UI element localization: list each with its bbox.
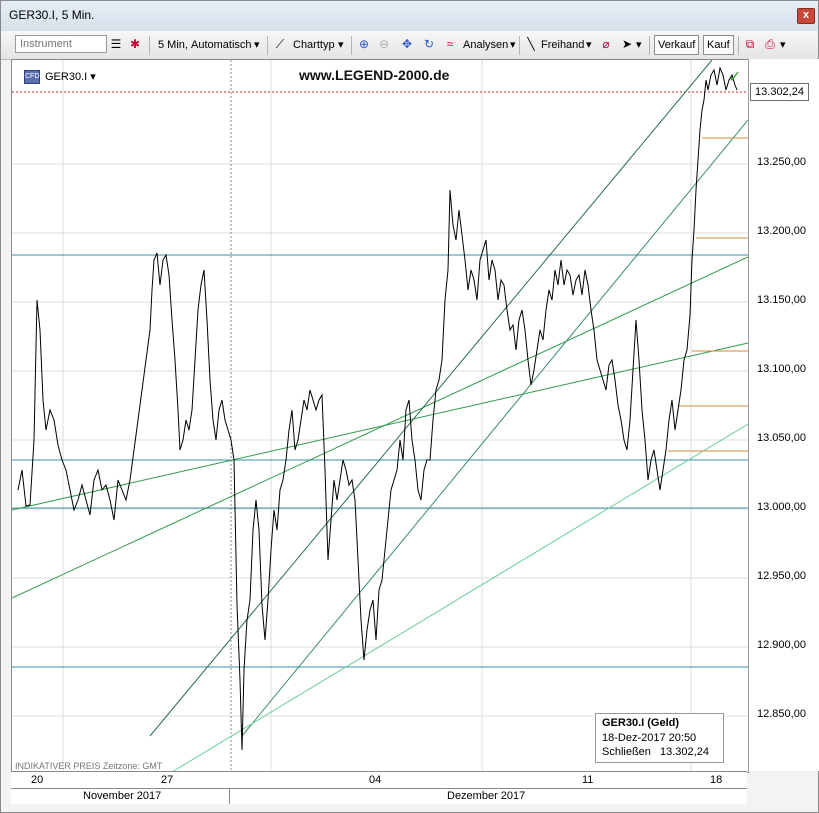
chevron-down-icon[interactable]: ▾ [338,35,344,55]
chevron-down-icon[interactable]: ▾ [254,35,260,55]
chart-canvas: ✓ [12,60,748,772]
compare-icon[interactable]: ✱ [128,37,142,51]
cursor-icon[interactable]: ➤ [620,37,634,51]
chevron-down-icon[interactable]: ▾ [510,35,516,55]
symbol-selector[interactable]: CFD GER30.I ▾ [24,70,96,85]
x-tick: 20 [31,774,44,786]
month-label: Dezember 2017 [447,790,526,802]
freihand-dropdown[interactable]: Freihand [541,35,584,55]
chart-window: GER30.I, 5 Min. x ☰ ✱ 5 Min, Automatisch… [0,0,819,813]
title-bar[interactable]: GER30.I, 5 Min. x [1,1,818,31]
analysis-icon[interactable]: ≈ [443,37,457,51]
chevron-down-icon[interactable]: ▾ [636,35,642,55]
y-tick: 13.100,00 [757,363,806,375]
trend-lines [12,60,748,772]
month-axis: November 2017 Dezember 2017 [11,788,747,804]
zoom-in-icon[interactable]: ⊕ [357,37,371,51]
chevron-down-icon[interactable]: ▾ [780,35,786,55]
instrument-input[interactable] [15,35,107,53]
target-levels [668,137,748,452]
indicative-price-note: INDIKATIVER PREIS Zeitzone: GMT [15,761,163,771]
price-axis: 13.250,00 13.200,00 13.150,00 13.100,00 … [748,59,819,771]
cfd-icon: CFD [24,70,40,85]
horizontal-levels [12,254,748,668]
chart-settings-icon[interactable]: ⧉ [743,37,757,51]
chevron-down-icon[interactable]: ▾ [90,71,96,83]
buy-button[interactable]: Kauf [703,35,734,55]
close-button[interactable]: x [797,8,815,24]
line-chart-icon[interactable]: ⟋ [273,37,287,51]
x-tick: 27 [161,774,174,786]
info-datetime: 18-Dez-2017 20:50 [602,732,697,744]
month-label: November 2017 [83,790,162,802]
window-title: GER30.I, 5 Min. [9,8,95,22]
y-tick: 13.150,00 [757,294,806,306]
symbol-label: GER30.I [45,71,88,83]
chart-area[interactable]: ✓ CFD GER30.I ▾ www.LEGEND-2000.de INDIKA… [11,59,749,773]
x-tick: 18 [710,774,723,786]
charttype-dropdown[interactable]: Charttyp [293,35,335,55]
watermark: www.LEGEND-2000.de [299,67,450,83]
y-tick: 13.200,00 [757,225,806,237]
print-icon[interactable]: ⎙ [763,37,777,51]
analysen-dropdown[interactable]: Analysen [463,35,508,55]
info-close-value: 13.302,24 [660,746,709,758]
signal-check-icon: ✓ [728,67,741,86]
refresh-icon[interactable]: ↻ [422,37,436,51]
price-info-box: GER30.I (Geld) 18-Dez-2017 20:50 Schließ… [595,713,724,763]
gridlines [12,60,748,772]
interval-label[interactable]: 5 Min, [158,35,188,55]
y-tick: 12.950,00 [757,570,806,582]
current-price-tag: 13.302,24 [750,83,809,101]
eraser-icon[interactable]: ⌀ [599,37,613,51]
move-icon[interactable]: ✥ [400,37,414,51]
x-tick: 11 [582,774,594,786]
freehand-line-icon[interactable]: ╲ [524,37,538,51]
info-name: GER30.I (Geld) [602,717,680,729]
toolbar: ☰ ✱ 5 Min, Automatisch ▾ ⟋ Charttyp ▾ ⊕ … [1,31,818,60]
y-tick: 13.050,00 [757,432,806,444]
zoom-out-icon[interactable]: ⊖ [377,37,391,51]
list-icon[interactable]: ☰ [109,37,123,51]
y-tick: 12.900,00 [757,639,806,651]
y-tick: 12.850,00 [757,708,806,720]
chevron-down-icon[interactable]: ▾ [586,35,592,55]
info-close-label: Schließen [602,746,651,758]
y-tick: 13.250,00 [757,156,806,168]
sell-button[interactable]: Verkauf [654,35,700,55]
y-tick: 13.000,00 [757,501,806,513]
time-axis: 20 27 04 11 18 [11,771,747,789]
x-tick: 04 [369,774,382,786]
mode-dropdown[interactable]: Automatisch [191,35,252,55]
